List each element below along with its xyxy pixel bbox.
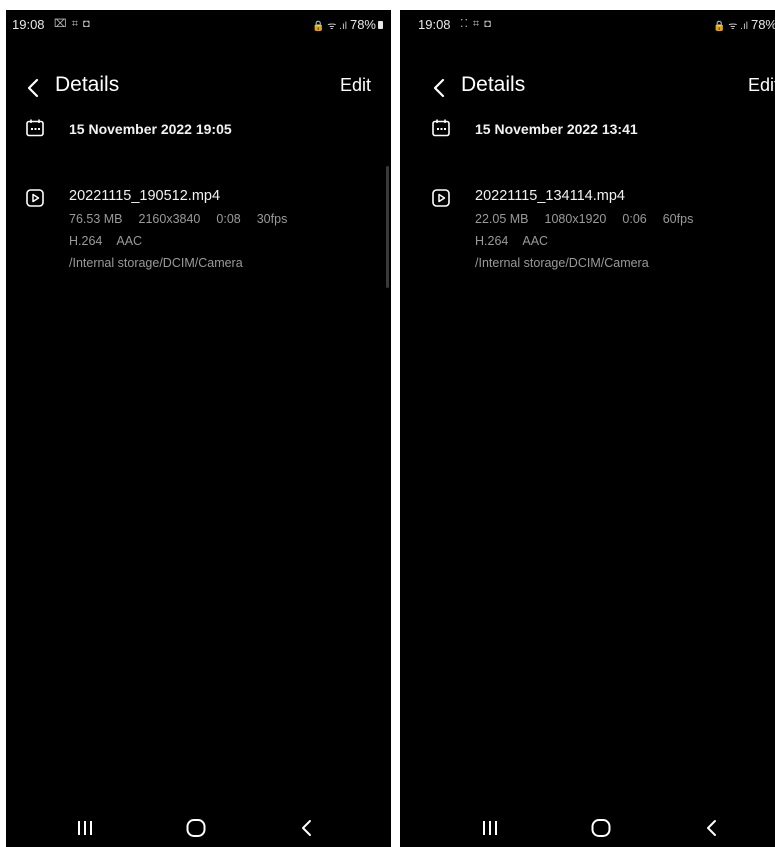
nav-back-button[interactable] bbox=[294, 815, 320, 841]
home-icon bbox=[591, 819, 611, 837]
page-title: Details bbox=[461, 73, 526, 96]
file-meta-line: 22.05 MB 1080x1920 0:06 60fps bbox=[475, 212, 693, 226]
chevron-left-icon bbox=[27, 78, 39, 98]
app-bar: Details Edit bbox=[6, 68, 391, 108]
date-taken: 15 November 2022 13:41 bbox=[475, 121, 638, 137]
status-right: 🔒 ᯤ .ıl 78% bbox=[312, 17, 383, 32]
file-details: 20221115_190512.mp4 76.53 MB 2160x3840 0:0… bbox=[69, 186, 287, 270]
home-button[interactable] bbox=[588, 815, 614, 841]
recents-button[interactable] bbox=[477, 815, 503, 841]
file-fps: 30fps bbox=[256, 212, 288, 226]
battery-level: 78% bbox=[349, 17, 376, 32]
file-size: 76.53 MB bbox=[69, 212, 123, 226]
file-resolution: 2160x3840 bbox=[138, 212, 201, 226]
file-duration: 0:06 bbox=[622, 212, 647, 226]
audio-codec: AAC bbox=[116, 234, 143, 248]
video-codec: H.264 bbox=[69, 234, 103, 248]
file-meta-line: 76.53 MB 2160x3840 0:08 30fps bbox=[69, 212, 287, 226]
file-details: 20221115_134114.mp4 22.05 MB 1080x1920 0:0… bbox=[475, 186, 693, 270]
status-right: 🔒 ᯤ .ıl 78% bbox=[713, 17, 775, 32]
scroll-indicator[interactable] bbox=[386, 166, 389, 288]
nav-back-icon bbox=[302, 820, 311, 836]
notification-icons: ⌧ ⌗ ◘ bbox=[54, 18, 91, 30]
notification-icons: ⁚⁚ ⌗ ◘ bbox=[460, 18, 492, 30]
video-codec: H.264 bbox=[475, 234, 509, 248]
status-time: 19:08 bbox=[12, 17, 45, 32]
page-title: Details bbox=[55, 73, 120, 96]
phone-screen-right: 19:08 ⁚⁚ ⌗ ◘ 🔒 ᯤ .ıl78% Details Edit 15 … bbox=[400, 10, 775, 847]
codec-line: H.264 AAC bbox=[69, 234, 287, 248]
codec-line: H.264 AAC bbox=[475, 234, 693, 248]
chevron-left-icon bbox=[433, 78, 445, 98]
recents-button[interactable] bbox=[72, 815, 98, 841]
file-name: 20221115_190512.mp4 bbox=[69, 188, 221, 204]
navigation-bar bbox=[6, 809, 391, 847]
file-fps: 60fps bbox=[662, 212, 694, 226]
back-button[interactable] bbox=[20, 73, 48, 103]
audio-codec: AAC bbox=[522, 234, 549, 248]
nav-back-icon bbox=[707, 820, 716, 836]
status-bar: 19:08 ⌧ ⌗ ◘ 🔒 ᯤ .ıl 78% bbox=[6, 10, 391, 38]
battery-icon bbox=[378, 21, 383, 29]
edit-button[interactable]: Edit bbox=[340, 75, 371, 96]
calendar-icon bbox=[25, 118, 45, 138]
home-button[interactable] bbox=[183, 815, 209, 841]
status-time: 19:08 bbox=[418, 17, 451, 32]
calendar-icon bbox=[431, 118, 451, 138]
date-taken: 15 November 2022 19:05 bbox=[69, 121, 232, 137]
home-icon bbox=[186, 819, 206, 837]
file-name: 20221115_134114.mp4 bbox=[475, 188, 625, 204]
system-status-icons: 🔒 ᯤ .ıl bbox=[312, 21, 347, 32]
edit-button[interactable]: Edit bbox=[748, 75, 775, 96]
phone-screen-left: 19:08 ⌧ ⌗ ◘ 🔒 ᯤ .ıl 78% Details Edit 15 N… bbox=[6, 10, 391, 847]
navigation-bar bbox=[400, 809, 775, 847]
video-file-icon bbox=[25, 188, 45, 208]
file-resolution: 1080x1920 bbox=[544, 212, 607, 226]
recents-icon bbox=[483, 821, 497, 835]
file-size: 22.05 MB bbox=[475, 212, 529, 226]
recents-icon bbox=[78, 821, 92, 835]
video-file-icon bbox=[431, 188, 451, 208]
back-button[interactable] bbox=[426, 73, 454, 103]
file-path: /Internal storage/DCIM/Camera bbox=[69, 256, 243, 270]
nav-back-button[interactable] bbox=[699, 815, 725, 841]
system-status-icons: 🔒 ᯤ .ıl bbox=[713, 21, 748, 32]
file-duration: 0:08 bbox=[216, 212, 241, 226]
app-bar: Details Edit bbox=[400, 68, 775, 108]
screenshot-composite: 19:08 ⌧ ⌗ ◘ 🔒 ᯤ .ıl 78% Details Edit 15 N… bbox=[0, 0, 775, 847]
status-bar: 19:08 ⁚⁚ ⌗ ◘ 🔒 ᯤ .ıl 78% bbox=[400, 10, 775, 38]
file-path: /Internal storage/DCIM/Camera bbox=[475, 256, 649, 270]
battery-level: 78% bbox=[750, 17, 775, 32]
